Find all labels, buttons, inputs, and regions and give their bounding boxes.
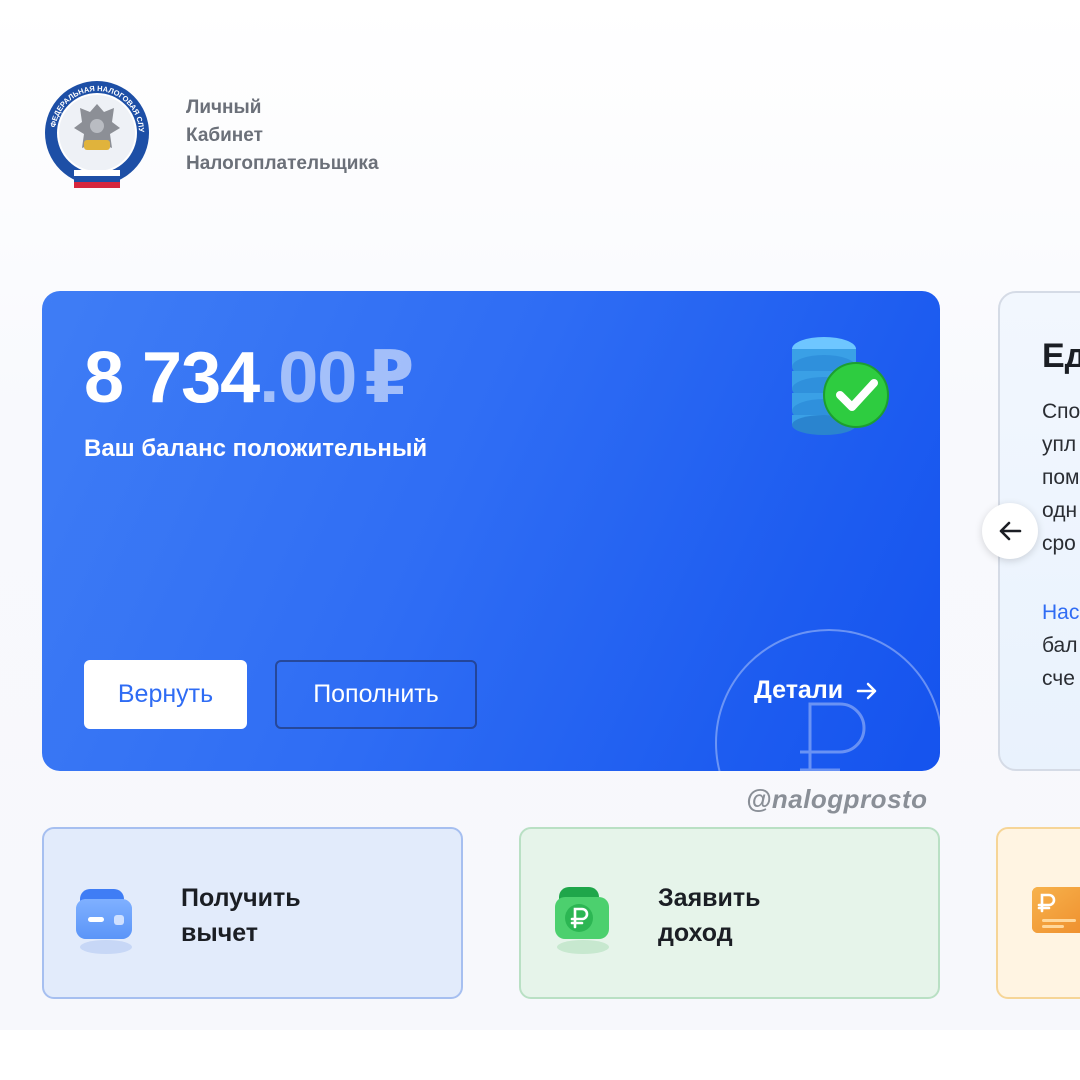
wallet-icon: [76, 889, 132, 954]
watermark-text: @nalogprosto: [746, 784, 928, 814]
header: ФЕДЕРАЛЬНАЯ НАЛОГОВАЯ СЛУЖБА Личный Каби…: [42, 78, 379, 193]
balance-status: Ваш баланс положительный: [84, 435, 428, 462]
info-card-title: Ед: [1042, 337, 1080, 375]
arrow-left-icon: [999, 521, 1022, 541]
info-card-line-7: сче: [1042, 667, 1075, 690]
topup-button[interactable]: Пополнить: [275, 660, 477, 729]
info-card-line-2: упл: [1042, 433, 1077, 456]
get-deduction-line-2: вычет: [181, 919, 259, 947]
coins-check-icon: [792, 337, 889, 435]
balance-card: 8 734.00 ₽ Ваш баланс положительный Верну…: [42, 291, 940, 771]
info-card-link[interactable]: Нас: [1042, 601, 1079, 625]
info-card-line-5: сро: [1042, 532, 1076, 555]
brand-line-2: Кабинет: [186, 125, 263, 146]
get-deduction-line-1: Получить: [181, 884, 301, 912]
fns-logo-icon[interactable]: ФЕДЕРАЛЬНАЯ НАЛОГОВАЯ СЛУЖБА: [42, 78, 152, 193]
arrow-right-icon: [856, 682, 877, 699]
declare-income-label: Заявить доход: [658, 881, 761, 951]
details-label: Детали: [754, 676, 844, 704]
brand-line-1: Личный: [186, 97, 262, 118]
brand-line-3: Налогоплательщика: [186, 153, 379, 174]
balance-amount: 8 734.00 ₽: [84, 335, 414, 419]
ruble-wallet-icon: [555, 887, 609, 954]
return-button[interactable]: Вернуть: [84, 660, 247, 729]
declare-income-line-1: Заявить: [658, 884, 761, 912]
declare-income-line-2: доход: [658, 919, 733, 947]
balance-amount-int: 8 734: [84, 338, 260, 418]
get-deduction-label: Получить вычет: [181, 881, 301, 951]
ruble-document-icon: [1032, 887, 1080, 933]
balance-amount-fraction: .00: [259, 338, 357, 418]
info-card-line-6: бал: [1042, 634, 1078, 657]
get-deduction-tile[interactable]: Получить вычет: [42, 827, 463, 999]
info-card-line-4: одн: [1042, 499, 1078, 522]
details-link[interactable]: Детали: [754, 676, 879, 705]
third-action-tile[interactable]: [996, 827, 1080, 999]
currency-symbol: ₽: [364, 338, 414, 418]
carousel-prev-button[interactable]: [982, 503, 1038, 559]
brand-name: Личный Кабинет Налогоплательщика: [186, 94, 379, 178]
info-card-line-1: Спо: [1042, 400, 1080, 423]
declare-income-tile[interactable]: Заявить доход: [519, 827, 940, 999]
info-card-line-3: пом: [1042, 466, 1080, 489]
